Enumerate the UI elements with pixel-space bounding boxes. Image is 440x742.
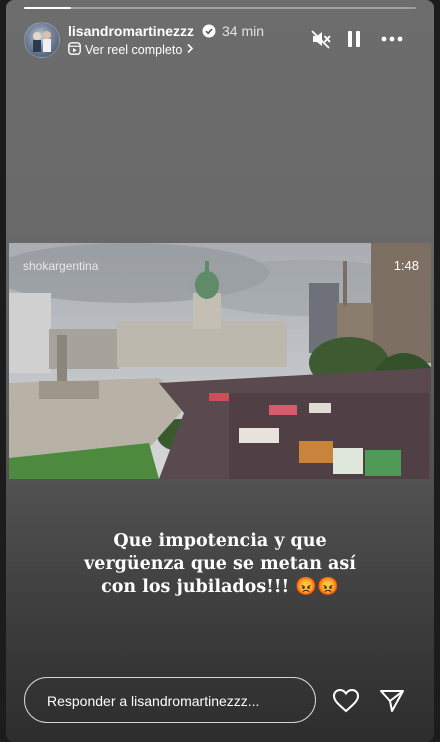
story-media[interactable]: shokargentina 1:48: [9, 243, 431, 479]
story-progress-bar: [24, 7, 416, 9]
protest-photo: [9, 243, 431, 479]
story-viewer: lisandromartinezzz 34 min Ver reel compl…: [6, 0, 434, 742]
heart-icon[interactable]: [332, 688, 360, 719]
send-icon[interactable]: [378, 688, 406, 719]
reply-placeholder: Responder a lisandromartinezzz...: [47, 693, 260, 709]
media-watermark: shokargentina: [23, 259, 99, 273]
view-full-reel-link[interactable]: Ver reel completo: [68, 42, 194, 58]
view-full-reel-label: Ver reel completo: [85, 43, 183, 57]
caption-line: con los jubilados!!! 😡😡: [101, 577, 339, 597]
more-options-icon[interactable]: [379, 28, 405, 55]
avatar[interactable]: [24, 22, 60, 58]
pause-icon[interactable]: [344, 28, 364, 55]
story-progress-fill: [24, 7, 72, 9]
media-duration: 1:48: [393, 258, 419, 273]
story-caption: Que impotencia y que vergüenza que se me…: [46, 530, 394, 599]
caption-line: Que impotencia y que: [113, 531, 327, 551]
verified-badge-icon: [202, 24, 216, 43]
caption-line: vergüenza que se metan así: [84, 554, 356, 574]
story-header: lisandromartinezzz 34 min Ver reel compl…: [24, 20, 416, 60]
reel-icon: [68, 42, 81, 58]
story-username[interactable]: lisandromartinezzz: [68, 23, 194, 39]
muted-speaker-icon[interactable]: [310, 28, 332, 55]
chevron-right-icon: [186, 43, 194, 57]
story-timestamp: 34 min: [222, 23, 265, 39]
reply-input[interactable]: Responder a lisandromartinezzz...: [24, 677, 316, 723]
